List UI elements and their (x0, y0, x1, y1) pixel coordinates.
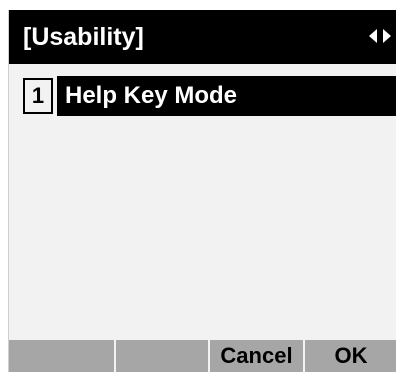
softkey-bar: Cancel OK (9, 340, 396, 372)
cancel-softkey[interactable]: Cancel (210, 340, 303, 372)
ok-softkey[interactable]: OK (305, 340, 396, 372)
left-right-arrows-icon (369, 29, 393, 45)
softkey-1[interactable] (9, 340, 114, 372)
screen-title: [Usability] (23, 23, 144, 51)
arrow-right-icon[interactable] (383, 29, 391, 43)
arrow-left-icon[interactable] (369, 29, 377, 43)
title-bar: [Usability] (9, 10, 396, 64)
menu-item-highlight: Help Key Mode (57, 76, 396, 116)
menu-item-label: Help Key Mode (65, 82, 238, 109)
menu-item-help-key-mode[interactable]: 1 Help Key Mode (23, 76, 396, 116)
phone-display: [Usability] 1 Help Key Mode Cancel OK (8, 10, 396, 372)
softkey-2[interactable] (116, 340, 208, 372)
menu-item-number: 1 (23, 78, 53, 114)
